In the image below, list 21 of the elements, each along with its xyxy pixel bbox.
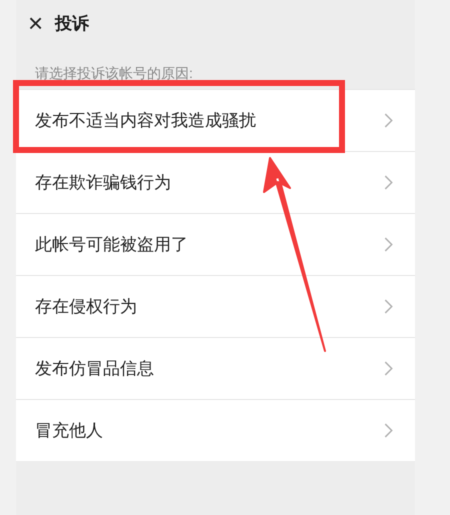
reason-item[interactable]: 存在欺诈骗钱行为 bbox=[16, 151, 415, 213]
chevron-icon bbox=[384, 361, 393, 376]
chevron-icon bbox=[384, 237, 393, 252]
reason-label: 发布仿冒品信息 bbox=[35, 358, 154, 380]
prompt-text: 请选择投诉该帐号的原因: bbox=[34, 64, 194, 83]
reason-item[interactable]: 发布仿冒品信息 bbox=[16, 337, 415, 399]
reason-item[interactable]: 发布不适当内容对我造成骚扰 bbox=[16, 89, 415, 151]
reason-label: 冒充他人 bbox=[35, 420, 103, 442]
chevron-icon bbox=[384, 423, 393, 438]
chevron-icon bbox=[384, 175, 393, 190]
close-button[interactable]: × bbox=[28, 10, 44, 36]
reason-label: 存在欺诈骗钱行为 bbox=[35, 172, 171, 194]
reason-item[interactable]: 冒充他人 bbox=[16, 399, 415, 461]
chevron-icon bbox=[384, 299, 393, 314]
reason-item[interactable]: 存在侵权行为 bbox=[16, 275, 415, 337]
reason-label: 此帐号可能被盗用了 bbox=[35, 234, 188, 256]
reason-label: 发布不适当内容对我造成骚扰 bbox=[35, 110, 256, 132]
reason-label: 存在侵权行为 bbox=[35, 296, 137, 318]
page-title: 投诉 bbox=[55, 12, 90, 34]
chevron-icon bbox=[384, 113, 393, 128]
reason-item[interactable]: 此帐号可能被盗用了 bbox=[16, 213, 415, 275]
